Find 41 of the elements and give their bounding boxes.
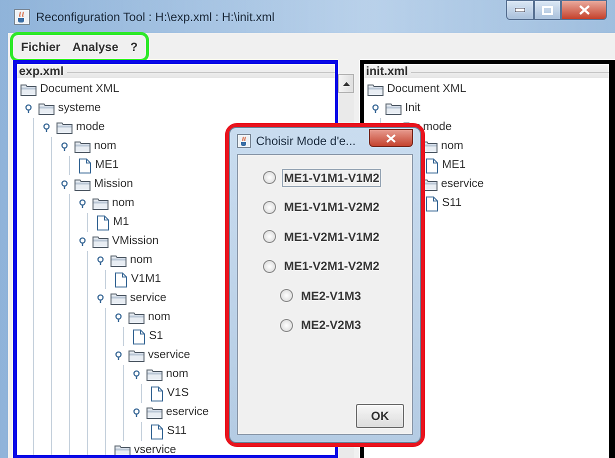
dialog-title: Choisir Mode d'e... (256, 134, 357, 148)
tree-node[interactable]: eservice (441, 177, 484, 192)
pane-title: exp.xml (19, 64, 64, 78)
tree-node[interactable]: service (130, 291, 166, 306)
tree-node[interactable]: VMission (112, 234, 159, 249)
tree-node[interactable]: systeme (58, 101, 101, 116)
tree-node[interactable]: ME1 (95, 158, 119, 173)
tree-node[interactable]: S11 (442, 196, 462, 211)
option-label[interactable]: ME1-V1M1-V1M2 (282, 168, 382, 187)
tree-node[interactable]: S11 (167, 424, 187, 439)
tree-node[interactable]: eservice (166, 405, 209, 420)
tree-node[interactable]: S1 (149, 329, 164, 344)
tree-node[interactable]: ME1 (442, 158, 466, 173)
tree-node[interactable]: Document XML (40, 82, 120, 97)
menu-item[interactable]: ? (130, 40, 138, 54)
tree-node[interactable]: nom (130, 253, 152, 268)
pane-title: init.xml (366, 64, 408, 78)
option-label[interactable]: ME2-V2M3 (299, 316, 364, 334)
tree-node[interactable]: nom (112, 196, 134, 211)
tree-node[interactable]: V1S (167, 386, 189, 401)
tree-node[interactable]: vservice (148, 348, 190, 363)
tree-node[interactable]: Document XML (387, 82, 466, 97)
tree-node[interactable]: nom (166, 367, 188, 382)
tree-node[interactable]: nom (94, 139, 116, 154)
tree-node[interactable]: mode (423, 120, 452, 135)
tree-node[interactable]: Init (405, 101, 420, 116)
ok-button[interactable]: OK (356, 404, 404, 428)
tree-node[interactable]: nom (148, 310, 170, 325)
menu-item[interactable]: Fichier (21, 40, 60, 54)
option-label[interactable]: ME1-V2M1-V2M2 (282, 257, 382, 276)
tree-node[interactable]: V1M1 (131, 272, 162, 287)
tree-node[interactable]: mode (76, 120, 105, 135)
tree-node[interactable]: M1 (113, 215, 129, 230)
option-label[interactable]: ME1-V1M1-V2M2 (282, 198, 382, 216)
tree-node[interactable]: vservice (134, 443, 176, 455)
tree-node[interactable]: Mission (94, 177, 133, 192)
option-label[interactable]: ME2-V1M3 (299, 286, 364, 305)
window-title: Reconfiguration Tool : H:\exp.xml : H:\init.xml (36, 10, 276, 24)
option-label[interactable]: ME1-V2M1-V1M2 (282, 228, 382, 246)
tree-node[interactable]: nom (441, 139, 464, 154)
menu-item[interactable]: Analyse (72, 40, 118, 54)
